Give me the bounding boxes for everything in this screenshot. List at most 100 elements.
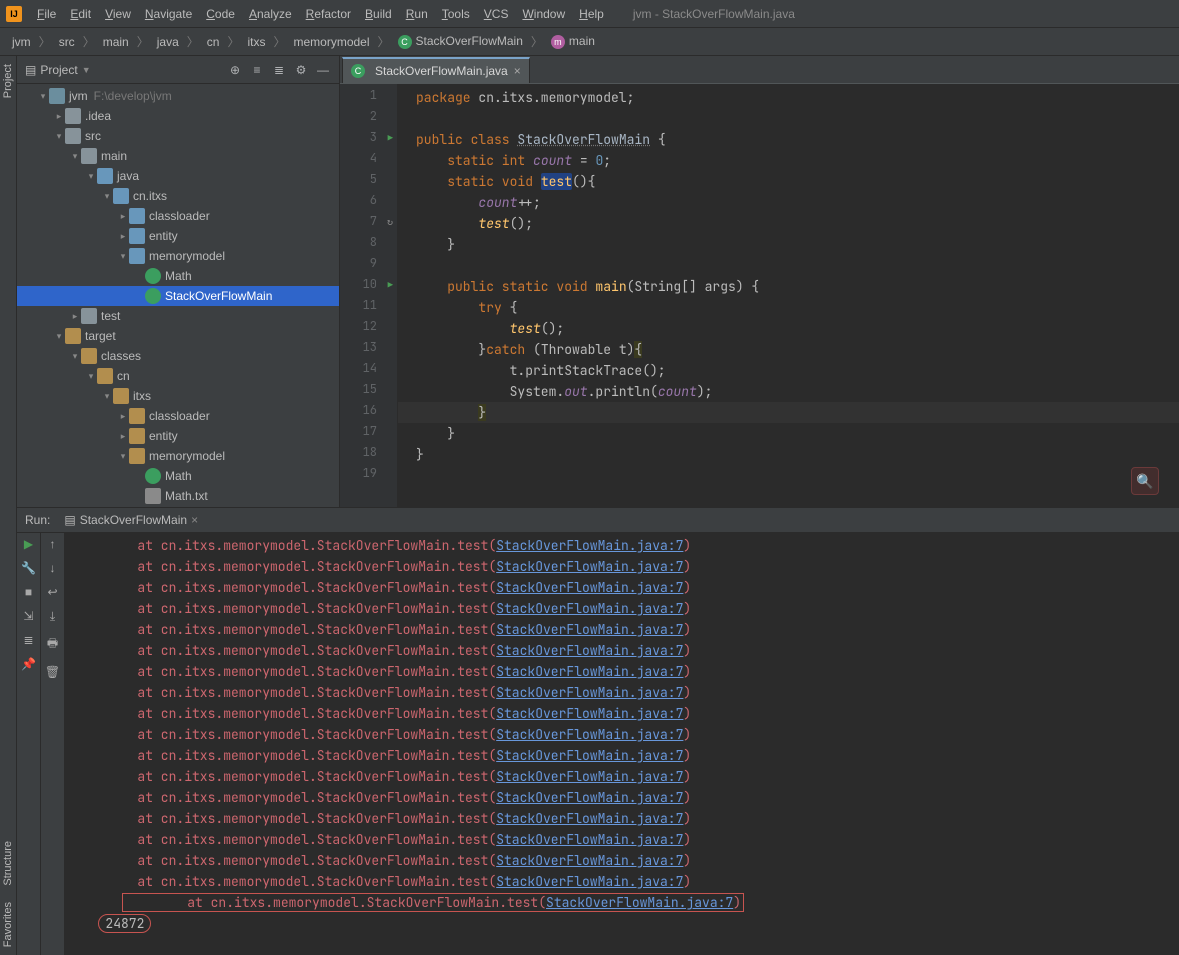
sidetab-project[interactable]: Project (0, 56, 16, 106)
tree-item[interactable]: ▾src (17, 126, 339, 146)
dropdown-icon[interactable]: ▼ (82, 65, 91, 75)
menu-analyze[interactable]: Analyze (242, 4, 299, 24)
run-config-tab[interactable]: ▤ StackOverFlowMain × (58, 511, 204, 529)
editor-gutter[interactable]: 12345678910111213141516171819 (340, 84, 398, 507)
editor-tabbar: C StackOverFlowMain.java × (340, 56, 1179, 84)
tree-item[interactable]: Math (17, 266, 339, 286)
run-config-name: StackOverFlowMain (80, 513, 187, 527)
breadcrumb-item[interactable]: itxs (241, 33, 271, 51)
scroll-end-icon[interactable]: ⤓ (50, 609, 55, 624)
menu-help[interactable]: Help (572, 4, 611, 24)
stack-trace-line[interactable]: at cn.itxs.memorymodel.StackOverFlowMain… (65, 724, 1179, 745)
print-icon[interactable]: 🖶 (47, 634, 58, 655)
tree-item[interactable]: ▾java (17, 166, 339, 186)
stack-trace-line[interactable]: at cn.itxs.memorymodel.StackOverFlowMain… (65, 703, 1179, 724)
settings-icon[interactable]: ⚙ (293, 63, 309, 77)
stack-trace-line[interactable]: at cn.itxs.memorymodel.StackOverFlowMain… (65, 787, 1179, 808)
sidetab-structure[interactable]: Structure (0, 833, 16, 894)
breadcrumb-class[interactable]: CStackOverFlowMain (392, 32, 529, 51)
tree-item[interactable]: ▾jvmF:\develop\jvm (17, 86, 339, 106)
clear-icon[interactable]: 🗑 (45, 665, 60, 679)
stack-trace-line[interactable]: at cn.itxs.memorymodel.StackOverFlowMain… (65, 871, 1179, 892)
menu-view[interactable]: View (98, 4, 138, 24)
breadcrumb-item[interactable]: src (53, 33, 81, 51)
rerun-icon[interactable]: ▶ (24, 537, 33, 551)
sidetab-favorites[interactable]: Favorites (0, 894, 16, 955)
breadcrumb-item[interactable]: cn (201, 33, 226, 51)
menu-refactor[interactable]: Refactor (299, 4, 358, 24)
stack-trace-line[interactable]: at cn.itxs.memorymodel.StackOverFlowMain… (65, 577, 1179, 598)
breadcrumb-item[interactable]: java (151, 33, 185, 51)
stack-trace-line[interactable]: at cn.itxs.memorymodel.StackOverFlowMain… (65, 661, 1179, 682)
app-icon: IJ (6, 6, 22, 22)
close-tab-icon[interactable]: × (514, 64, 521, 78)
tree-item[interactable]: Math.txt (17, 486, 339, 506)
editor-tab[interactable]: C StackOverFlowMain.java × (342, 57, 530, 83)
left-tool-strip: Project Structure Favorites (0, 56, 17, 955)
close-run-tab-icon[interactable]: × (191, 513, 198, 527)
stack-trace-line[interactable]: at cn.itxs.memorymodel.StackOverFlowMain… (65, 682, 1179, 703)
tree-item[interactable]: ▸entity (17, 226, 339, 246)
stack-trace-line[interactable]: at cn.itxs.memorymodel.StackOverFlowMain… (65, 850, 1179, 871)
tree-item[interactable]: ▾classes (17, 346, 339, 366)
code-area[interactable]: package cn.itxs.memorymodel;public class… (398, 84, 1179, 507)
console-output[interactable]: at cn.itxs.memorymodel.StackOverFlowMain… (65, 533, 1179, 955)
breadcrumb-item[interactable]: main (97, 33, 135, 51)
tree-item[interactable]: StackOverFlowMain (17, 286, 339, 306)
soft-wrap-icon[interactable]: ↩ (47, 585, 57, 599)
menu-code[interactable]: Code (199, 4, 242, 24)
stack-trace-line[interactable]: at cn.itxs.memorymodel.StackOverFlowMain… (65, 892, 1179, 913)
tree-item[interactable]: ▸.idea (17, 106, 339, 126)
locate-icon[interactable]: ⊕ (227, 63, 243, 77)
tree-item[interactable]: ▾itxs (17, 386, 339, 406)
project-title[interactable]: Project (40, 63, 77, 77)
breadcrumb-item[interactable]: jvm (6, 33, 37, 51)
breadcrumb: jvm〉src〉main〉java〉cn〉itxs〉memorymodel〉 C… (0, 28, 1179, 56)
tree-item[interactable]: ▸entity (17, 426, 339, 446)
stack-trace-line[interactable]: at cn.itxs.memorymodel.StackOverFlowMain… (65, 619, 1179, 640)
wrench-icon[interactable]: 🔧 (21, 561, 36, 575)
tree-item[interactable]: ▾target (17, 326, 339, 346)
down-stack-icon[interactable]: ↓ (50, 561, 56, 575)
tree-item[interactable]: ▾memorymodel (17, 446, 339, 466)
menu-edit[interactable]: Edit (63, 4, 98, 24)
tree-item[interactable]: ▾main (17, 146, 339, 166)
tree-item[interactable]: ▸classloader (17, 406, 339, 426)
breadcrumb-method[interactable]: mmain (545, 32, 601, 51)
stop-icon[interactable]: ■ (25, 585, 32, 599)
tree-item[interactable]: ▸classloader (17, 206, 339, 226)
tree-item[interactable]: Math (17, 466, 339, 486)
layout-icon[interactable]: ⇲ (23, 609, 33, 623)
up-stack-icon[interactable]: ↑ (50, 537, 56, 551)
editor-body[interactable]: 12345678910111213141516171819 package cn… (340, 84, 1179, 507)
stack-trace-line[interactable]: at cn.itxs.memorymodel.StackOverFlowMain… (65, 766, 1179, 787)
tree-item[interactable]: ▾cn (17, 366, 339, 386)
pin-icon[interactable]: 📌 (21, 657, 36, 671)
stack-trace-line[interactable]: at cn.itxs.memorymodel.StackOverFlowMain… (65, 808, 1179, 829)
menu-build[interactable]: Build (358, 4, 399, 24)
search-icon[interactable]: 🔍 (1131, 467, 1159, 495)
run-toolbar-right: ↑ ↓ ↩ ⤓ 🖶 🗑 (41, 533, 65, 955)
stack-trace-line[interactable]: at cn.itxs.memorymodel.StackOverFlowMain… (65, 535, 1179, 556)
collapse-all-icon[interactable]: ≣ (271, 63, 287, 77)
menu-tools[interactable]: Tools (435, 4, 477, 24)
run-toolbar-left: ▶ 🔧 ■ ⇲ ≣ 📌 (17, 533, 41, 955)
tree-item[interactable]: ▾cn.itxs (17, 186, 339, 206)
expand-all-icon[interactable]: ≡ (249, 63, 265, 77)
stack-trace-line[interactable]: at cn.itxs.memorymodel.StackOverFlowMain… (65, 598, 1179, 619)
stack-trace-line[interactable]: at cn.itxs.memorymodel.StackOverFlowMain… (65, 829, 1179, 850)
menu-navigate[interactable]: Navigate (138, 4, 199, 24)
stack-trace-line[interactable]: at cn.itxs.memorymodel.StackOverFlowMain… (65, 640, 1179, 661)
stack-trace-line[interactable]: at cn.itxs.memorymodel.StackOverFlowMain… (65, 745, 1179, 766)
menu-window[interactable]: Window (515, 4, 572, 24)
project-tree[interactable]: ▾jvmF:\develop\jvm▸.idea▾src▾main▾java▾c… (17, 84, 339, 507)
hide-icon[interactable]: — (315, 63, 331, 77)
menu-vcs[interactable]: VCS (477, 4, 516, 24)
menu-file[interactable]: File (30, 4, 63, 24)
menu-run[interactable]: Run (399, 4, 435, 24)
tree-item[interactable]: ▸test (17, 306, 339, 326)
restore-layout-icon[interactable]: ≣ (23, 633, 33, 647)
breadcrumb-item[interactable]: memorymodel (287, 33, 375, 51)
tree-item[interactable]: ▾memorymodel (17, 246, 339, 266)
stack-trace-line[interactable]: at cn.itxs.memorymodel.StackOverFlowMain… (65, 556, 1179, 577)
